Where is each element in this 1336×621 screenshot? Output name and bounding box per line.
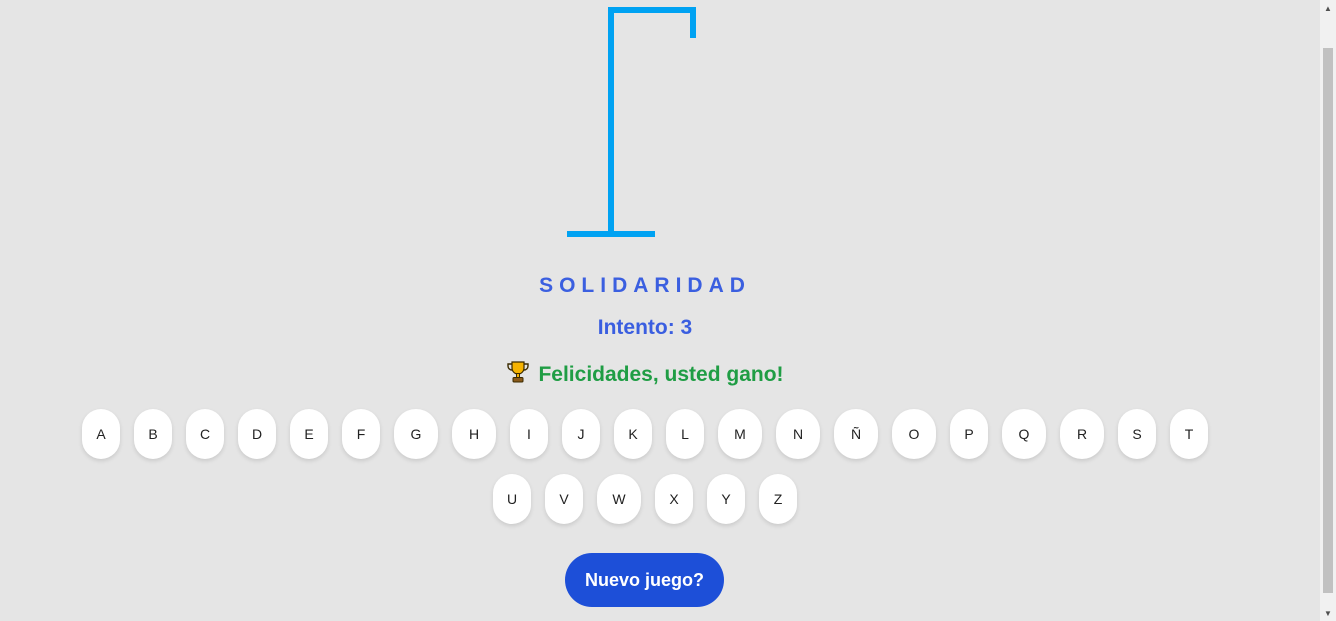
letter-key-x[interactable]: X — [655, 474, 693, 524]
letter-key-v[interactable]: V — [545, 474, 583, 524]
letter-key-p[interactable]: P — [950, 409, 988, 459]
letter-key-g[interactable]: G — [394, 409, 438, 459]
win-message-text: Felicidades, usted gano! — [538, 363, 784, 386]
letter-key-ñ[interactable]: Ñ — [834, 409, 878, 459]
letter-key-b[interactable]: B — [134, 409, 172, 459]
letter-key-r[interactable]: R — [1060, 409, 1104, 459]
letter-key-a[interactable]: A — [82, 409, 120, 459]
letter-key-f[interactable]: F — [342, 409, 380, 459]
letter-key-i[interactable]: I — [510, 409, 548, 459]
scrollbar-thumb[interactable] — [1323, 48, 1333, 593]
letter-key-t[interactable]: T — [1170, 409, 1208, 459]
win-message: Felicidades, usted gano! — [0, 360, 1290, 390]
attempts-counter: Intento: 3 — [597, 316, 693, 339]
letter-key-w[interactable]: W — [597, 474, 641, 524]
secret-word: SOLIDARIDAD — [539, 274, 751, 297]
keyboard-row-1: ABCDEFGHIJKLMNÑOPQRST — [0, 409, 1290, 459]
letter-key-u[interactable]: U — [493, 474, 531, 524]
letter-keyboard: ABCDEFGHIJKLMNÑOPQRST UVWXYZ — [0, 409, 1290, 539]
letter-key-e[interactable]: E — [290, 409, 328, 459]
keyboard-row-2: UVWXYZ — [0, 474, 1290, 524]
letter-key-m[interactable]: M — [718, 409, 762, 459]
letter-key-c[interactable]: C — [186, 409, 224, 459]
letter-key-k[interactable]: K — [614, 409, 652, 459]
vertical-scrollbar[interactable]: ▲ ▼ — [1320, 0, 1336, 621]
letter-key-z[interactable]: Z — [759, 474, 797, 524]
hangman-page: SOLIDARIDAD Intento: 3 Felicidades, uste… — [0, 0, 1320, 621]
letter-key-h[interactable]: H — [452, 409, 496, 459]
letter-key-d[interactable]: D — [238, 409, 276, 459]
letter-key-n[interactable]: N — [776, 409, 820, 459]
letter-key-s[interactable]: S — [1118, 409, 1156, 459]
letter-key-y[interactable]: Y — [707, 474, 745, 524]
letter-key-o[interactable]: O — [892, 409, 936, 459]
scroll-down-icon[interactable]: ▼ — [1320, 605, 1336, 621]
letter-key-q[interactable]: Q — [1002, 409, 1046, 459]
letter-key-l[interactable]: L — [666, 409, 704, 459]
letter-key-j[interactable]: J — [562, 409, 600, 459]
trophy-icon — [506, 360, 530, 390]
scroll-up-icon[interactable]: ▲ — [1320, 0, 1336, 16]
gallows-drawing — [567, 7, 696, 237]
new-game-button[interactable]: Nuevo juego? — [565, 553, 724, 607]
